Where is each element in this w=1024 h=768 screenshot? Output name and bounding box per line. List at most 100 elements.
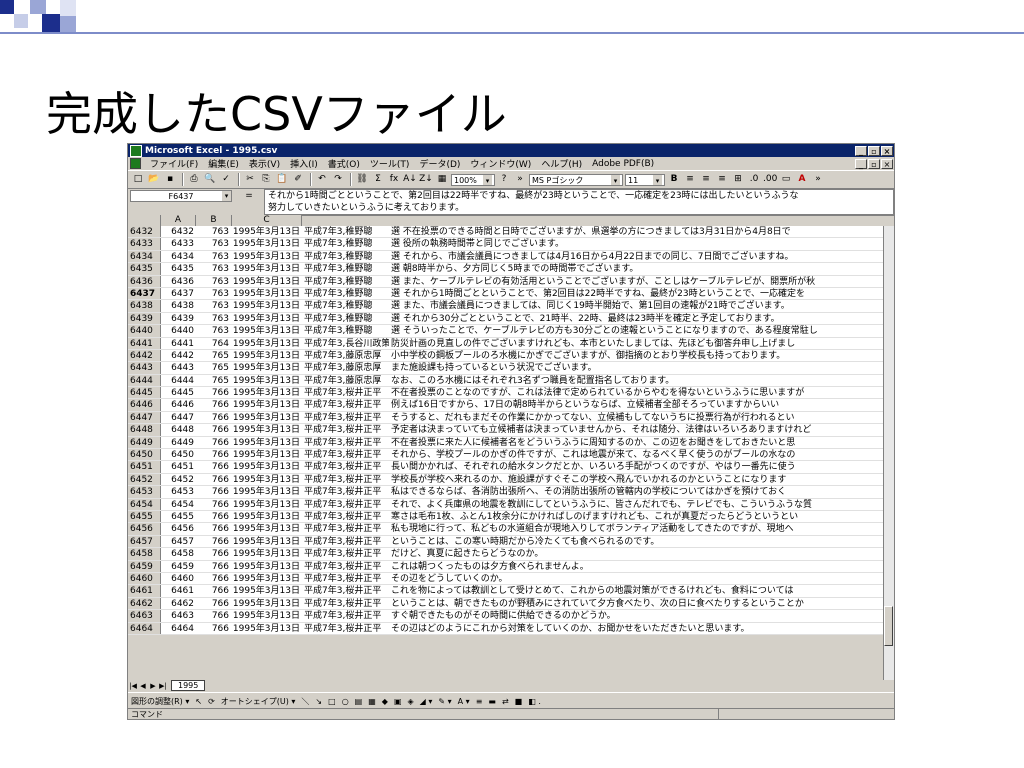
cell-a[interactable]: 6455 — [161, 511, 196, 522]
row-header[interactable]: 6455 — [128, 510, 161, 523]
cell-b[interactable]: 763 — [196, 263, 232, 274]
name-box[interactable]: F6437 ▾ — [130, 190, 232, 202]
row-header[interactable]: 6456 — [128, 523, 161, 535]
draw-tool-20[interactable]: ◧ . — [528, 697, 541, 706]
row-header[interactable]: 6438 — [128, 300, 161, 312]
table-row[interactable]: 6443 6443 765 1995年3月13日 平成7年3,藤原忠厚 また施設課も持って… — [128, 362, 886, 375]
font-size-select[interactable]: 11 ▾ — [625, 173, 665, 186]
bold-button[interactable]: B — [667, 173, 681, 186]
menu-help[interactable]: ヘルプ(H) — [536, 157, 587, 170]
row-header[interactable]: 6444 — [128, 374, 161, 387]
menu-adobe-pdf[interactable]: Adobe PDF(B) — [587, 159, 659, 169]
cell-b[interactable]: 766 — [196, 499, 232, 510]
draw-tool-17[interactable]: ▬ — [488, 697, 496, 706]
cell-c[interactable]: 1995年3月13日 — [232, 573, 302, 584]
cell-c[interactable]: 1995年3月13日 — [232, 424, 302, 435]
formula-equals[interactable]: = — [234, 189, 264, 215]
cell-b[interactable]: 766 — [196, 412, 232, 423]
cell-c[interactable]: 1995年3月13日 — [232, 585, 302, 596]
cell-a[interactable]: 6441 — [161, 338, 196, 349]
row-header[interactable]: 6436 — [128, 275, 161, 287]
row-header[interactable]: 6457 — [128, 535, 161, 548]
cell-d[interactable]: 平成7年3,桜井正平 — [302, 474, 389, 485]
row-header[interactable]: 6459 — [128, 560, 161, 572]
cell-d[interactable]: 平成7年3,稚野聰 — [302, 238, 389, 249]
formula-input[interactable]: それから1時間ごとということで、第2回目は22時半ですね、最終が23時ということ… — [264, 189, 894, 215]
cell-e[interactable]: 私も現地に行って、私どもの水道組合が現地入りしてボランティア活動をしてきたのです… — [389, 523, 886, 534]
maximize-button[interactable]: ▫ — [868, 145, 880, 156]
cell-c[interactable]: 1995年3月13日 — [232, 238, 302, 249]
cell-a[interactable]: 6459 — [161, 561, 196, 572]
draw-tool-6[interactable]: □ — [328, 697, 336, 706]
cell-a[interactable]: 6458 — [161, 548, 196, 559]
cell-c[interactable]: 1995年3月13日 — [232, 263, 302, 274]
cell-e[interactable]: 選 朝8時半から、夕方同じく5時までの時間帯でございます。 — [389, 263, 886, 274]
menu-data[interactable]: データ(D) — [414, 157, 465, 170]
table-row[interactable]: 6459 6459 766 1995年3月13日 平成7年3,桜井正平 これは朝つくったも… — [128, 560, 886, 573]
cell-c[interactable]: 1995年3月13日 — [232, 536, 302, 547]
font-name-select[interactable]: MS Pゴシック ▾ — [529, 173, 623, 186]
cell-b[interactable]: 763 — [196, 313, 232, 324]
cell-b[interactable]: 763 — [196, 276, 232, 287]
cell-d[interactable]: 平成7年3,桜井正平 — [302, 499, 389, 510]
cell-b[interactable]: 766 — [196, 523, 232, 534]
undo-icon[interactable]: ↶ — [315, 173, 329, 186]
cell-c[interactable]: 1995年3月13日 — [232, 548, 302, 559]
cell-d[interactable]: 平成7年3,桜井正平 — [302, 561, 389, 572]
cell-e[interactable]: 選 それから1時間ごとということで、第2回目は22時半ですね、最終が23時という… — [389, 288, 886, 299]
draw-tool-19[interactable]: ■ — [515, 697, 523, 706]
cell-c[interactable]: 1995年3月13日 — [232, 511, 302, 522]
row-header[interactable]: 6458 — [128, 548, 161, 560]
row-header[interactable]: 6442 — [128, 349, 161, 362]
cell-c[interactable]: 1995年3月13日 — [232, 598, 302, 609]
save-icon[interactable]: ▪ — [163, 173, 177, 186]
table-row[interactable]: 6447 6447 766 1995年3月13日 平成7年3,桜井正平 そうすると、だれも… — [128, 411, 886, 425]
cell-d[interactable]: 平成7年3,桜井正平 — [302, 437, 389, 448]
cell-c[interactable]: 1995年3月13日 — [232, 288, 302, 299]
cell-e[interactable]: これは朝つくったものは夕方食べられませんよ。 — [389, 561, 886, 572]
cell-b[interactable]: 766 — [196, 424, 232, 435]
cell-d[interactable]: 平成7年3,稚野聰 — [302, 251, 389, 262]
cell-e[interactable]: 予定者は決まっていても立候補者は決まっていませんから、それは随分、法律はいろいろ… — [389, 424, 886, 435]
cell-a[interactable]: 6438 — [161, 300, 196, 311]
column-header-b[interactable]: B — [196, 215, 232, 226]
table-row[interactable]: 6433 6433 763 1995年3月13日 平成7年3,稚野聰選 役所の執務時間帯… — [128, 238, 886, 251]
cell-e[interactable]: その辺はどのようにこれから対策をしていくのか、お聞かせをいただきたいと思います。 — [389, 623, 886, 634]
cell-a[interactable]: 6442 — [161, 350, 196, 361]
column-header-c[interactable]: C — [232, 215, 302, 226]
copy-icon[interactable]: ⎘ — [259, 173, 273, 186]
row-header[interactable]: 6437 — [128, 287, 161, 300]
cell-d[interactable]: 平成7年3,稚野聰 — [302, 300, 389, 311]
draw-tool-8[interactable]: ▤ — [355, 697, 363, 706]
draw-tool-9[interactable]: ▦ — [368, 697, 376, 706]
cell-a[interactable]: 6443 — [161, 362, 196, 373]
doc-restore-button[interactable]: ▫ — [868, 158, 880, 169]
hyperlink-icon[interactable]: ⛓ — [355, 173, 369, 186]
cell-e[interactable]: また施設課も持っているという状況でございます。 — [389, 362, 886, 373]
draw-tool-11[interactable]: ▣ — [394, 697, 402, 706]
font-color-icon[interactable]: A — [795, 173, 809, 186]
redo-icon[interactable]: ↷ — [331, 173, 345, 186]
cell-c[interactable]: 1995年3月13日 — [232, 437, 302, 448]
cell-b[interactable]: 766 — [196, 561, 232, 572]
cell-b[interactable]: 763 — [196, 226, 232, 237]
cell-b[interactable]: 765 — [196, 375, 232, 386]
draw-tool-18[interactable]: ⇄ — [502, 697, 509, 706]
increase-decimal-icon[interactable]: .0 — [747, 173, 761, 186]
table-row[interactable]: 6434 6434 763 1995年3月13日 平成7年3,稚野聰選 それから、市議会… — [128, 250, 886, 264]
cell-e[interactable]: 選 不在投票のできる時間と日時でございますが、県選挙の方につきましては3月31日… — [389, 226, 886, 237]
menu-edit[interactable]: 編集(E) — [203, 157, 244, 170]
cell-c[interactable]: 1995年3月13日 — [232, 338, 302, 349]
draw-tool-3[interactable]: オートシェイプ(U) ▾ — [221, 696, 296, 707]
table-row[interactable]: 6449 6449 766 1995年3月13日 平成7年3,桜井正平 不在者投票に来た人… — [128, 436, 886, 450]
cell-a[interactable]: 6451 — [161, 461, 196, 472]
cell-c[interactable]: 1995年3月13日 — [232, 276, 302, 287]
table-row[interactable]: 6436 6436 763 1995年3月13日 平成7年3,稚野聰選 また、ケーブルテ… — [128, 275, 886, 288]
cell-b[interactable]: 763 — [196, 300, 232, 311]
cell-a[interactable]: 6457 — [161, 536, 196, 547]
cell-a[interactable]: 6435 — [161, 263, 196, 274]
cell-a[interactable]: 6450 — [161, 449, 196, 460]
row-header[interactable]: 6445 — [128, 387, 161, 399]
format-painter-icon[interactable]: ✐ — [291, 173, 305, 186]
cell-b[interactable]: 766 — [196, 387, 232, 398]
